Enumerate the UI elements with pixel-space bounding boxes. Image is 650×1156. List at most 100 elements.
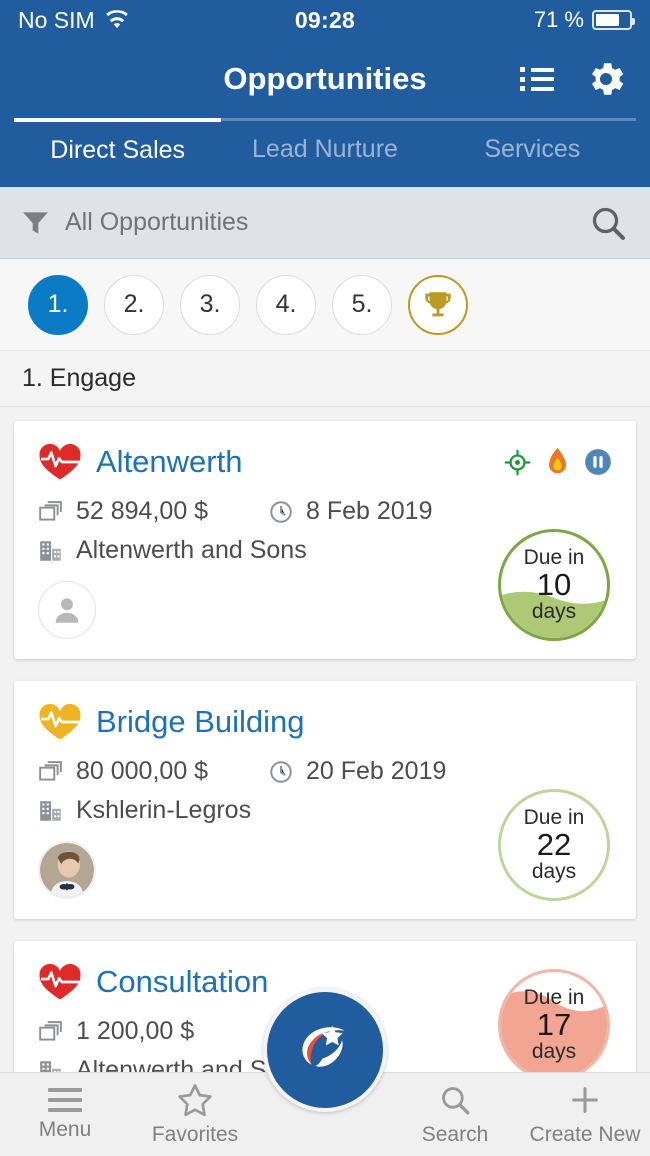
status-bar-left: No SIM xyxy=(18,7,130,34)
building-icon xyxy=(40,800,61,821)
user-photo-avatar xyxy=(40,843,94,897)
nav-item-create-new[interactable]: Create New xyxy=(520,1083,650,1147)
pause-icon xyxy=(585,449,611,475)
money-stack-icon xyxy=(39,500,62,521)
card-status-icons xyxy=(504,447,612,477)
tab-label: Direct Sales xyxy=(50,136,186,164)
opportunity-card[interactable]: Bridge Building 80 000,00 $ 20 Feb 2019 … xyxy=(14,681,636,919)
stage-pill-4[interactable]: 4. xyxy=(256,274,316,335)
flame-icon xyxy=(549,447,566,473)
card-meta-row: 80 000,00 $ 20 Feb 2019 xyxy=(38,757,612,786)
amount-field: 52 894,00 $ xyxy=(38,497,268,526)
tab-lead-nurture[interactable]: Lead Nurture xyxy=(221,118,429,187)
avatar[interactable] xyxy=(38,841,96,899)
opportunity-card[interactable]: Altenwerth 52 894,00 $ 8 Feb 2019 Altenw… xyxy=(14,421,636,659)
tab-label: Services xyxy=(484,135,581,163)
clock-icon xyxy=(270,500,292,523)
stage-pill-label: 2. xyxy=(123,290,145,318)
nav-item-menu[interactable]: Menu xyxy=(0,1087,130,1142)
stage-pill-1[interactable]: 1. xyxy=(28,274,88,335)
target-icon xyxy=(504,449,531,475)
section-title: 1. Engage xyxy=(22,364,136,392)
company-value: Kshlerin-Legros xyxy=(76,796,252,824)
search-icon[interactable] xyxy=(588,203,628,243)
amount-value: 1 200,00 $ xyxy=(76,1017,195,1045)
battery-icon xyxy=(592,10,635,30)
trophy-icon xyxy=(425,291,451,316)
money-stack-icon xyxy=(39,760,62,781)
stage-selector: 1. 2. 3. 4. 5. xyxy=(0,259,650,351)
nav-label: Create New xyxy=(529,1122,641,1146)
nav-item-search[interactable]: Search xyxy=(390,1083,520,1147)
tab-label: Lead Nurture xyxy=(252,135,398,163)
amount-field: 1 200,00 $ xyxy=(38,1017,268,1046)
status-bar: No SIM 09:28 71 % xyxy=(0,0,650,40)
amount-value: 52 894,00 $ xyxy=(76,497,209,525)
due-value: 17 xyxy=(536,1006,572,1042)
card-header: Altenwerth xyxy=(38,443,612,481)
due-unit: days xyxy=(531,860,577,884)
battery-percent-label: 71 % xyxy=(533,7,584,32)
card-header: Bridge Building xyxy=(38,703,612,741)
company-value: Altenwerth and Sons xyxy=(76,536,307,564)
fab-button[interactable] xyxy=(263,988,387,1112)
wifi-icon xyxy=(105,10,128,29)
card-title[interactable]: Bridge Building xyxy=(96,704,305,740)
date-field: 8 Feb 2019 xyxy=(268,497,433,526)
heart-pulse-icon xyxy=(39,963,81,1000)
stage-pill-label: 1. xyxy=(47,290,69,318)
due-prefix: Due in xyxy=(523,805,585,829)
tab-services[interactable]: Services xyxy=(428,118,636,187)
stage-pill-won[interactable] xyxy=(408,274,468,335)
tab-direct-sales[interactable]: Direct Sales xyxy=(14,118,222,187)
app-screen: No SIM 09:28 71 % Opportunities Direct S… xyxy=(0,0,650,1156)
clock-icon xyxy=(270,760,292,783)
stage-pill-label: 5. xyxy=(351,290,373,318)
due-value: 22 xyxy=(536,826,572,862)
heart-pulse-icon xyxy=(39,703,81,740)
gear-icon[interactable] xyxy=(584,57,628,101)
date-value: 8 Feb 2019 xyxy=(306,497,433,525)
nav-label: Search xyxy=(421,1122,489,1146)
card-meta-row: 52 894,00 $ 8 Feb 2019 xyxy=(38,497,612,526)
card-title[interactable]: Altenwerth xyxy=(96,444,242,480)
list-view-icon[interactable] xyxy=(520,67,554,91)
due-unit: days xyxy=(531,1040,577,1064)
carrier-label: No SIM xyxy=(18,6,95,33)
person-placeholder-icon xyxy=(55,598,79,623)
avatar[interactable] xyxy=(38,581,96,639)
plus-icon xyxy=(572,1086,598,1113)
stage-pill-2[interactable]: 2. xyxy=(104,274,164,335)
filter-label: All Opportunities xyxy=(65,208,249,236)
status-bar-right: 71 % xyxy=(533,7,635,33)
stage-pill-5[interactable]: 5. xyxy=(332,274,392,335)
due-badge: Due in 10 days xyxy=(498,529,610,641)
heart-pulse-icon xyxy=(39,443,81,480)
due-value: 10 xyxy=(536,566,572,602)
funnel-icon[interactable] xyxy=(22,210,49,235)
tab-bar: Direct Sales Lead Nurture Services xyxy=(0,118,650,187)
nav-item-favorites[interactable]: Favorites xyxy=(130,1083,260,1147)
due-prefix: Due in xyxy=(523,985,585,1009)
filter-bar[interactable]: All Opportunities xyxy=(0,187,650,259)
search-icon xyxy=(442,1086,470,1114)
nav-label: Favorites xyxy=(151,1122,239,1146)
app-bar: Opportunities xyxy=(0,40,650,118)
app-bar-actions xyxy=(520,57,628,101)
stage-pill-3[interactable]: 3. xyxy=(180,274,240,335)
money-stack-icon xyxy=(39,1020,62,1041)
date-field: 20 Feb 2019 xyxy=(268,757,446,786)
due-prefix: Due in xyxy=(523,545,585,569)
nav-label: Menu xyxy=(38,1117,92,1141)
hamburger-icon xyxy=(48,1087,82,1112)
card-title[interactable]: Consultation xyxy=(96,964,268,1000)
amount-value: 80 000,00 $ xyxy=(76,757,209,785)
due-unit: days xyxy=(531,600,577,624)
due-badge: Due in 17 days xyxy=(498,969,610,1081)
due-badge: Due in 22 days xyxy=(498,789,610,901)
stage-pill-label: 4. xyxy=(275,290,297,318)
amount-field: 80 000,00 $ xyxy=(38,757,268,786)
star-icon xyxy=(178,1083,212,1116)
date-value: 20 Feb 2019 xyxy=(306,757,447,785)
app-logo-swoosh-icon xyxy=(302,1025,345,1067)
